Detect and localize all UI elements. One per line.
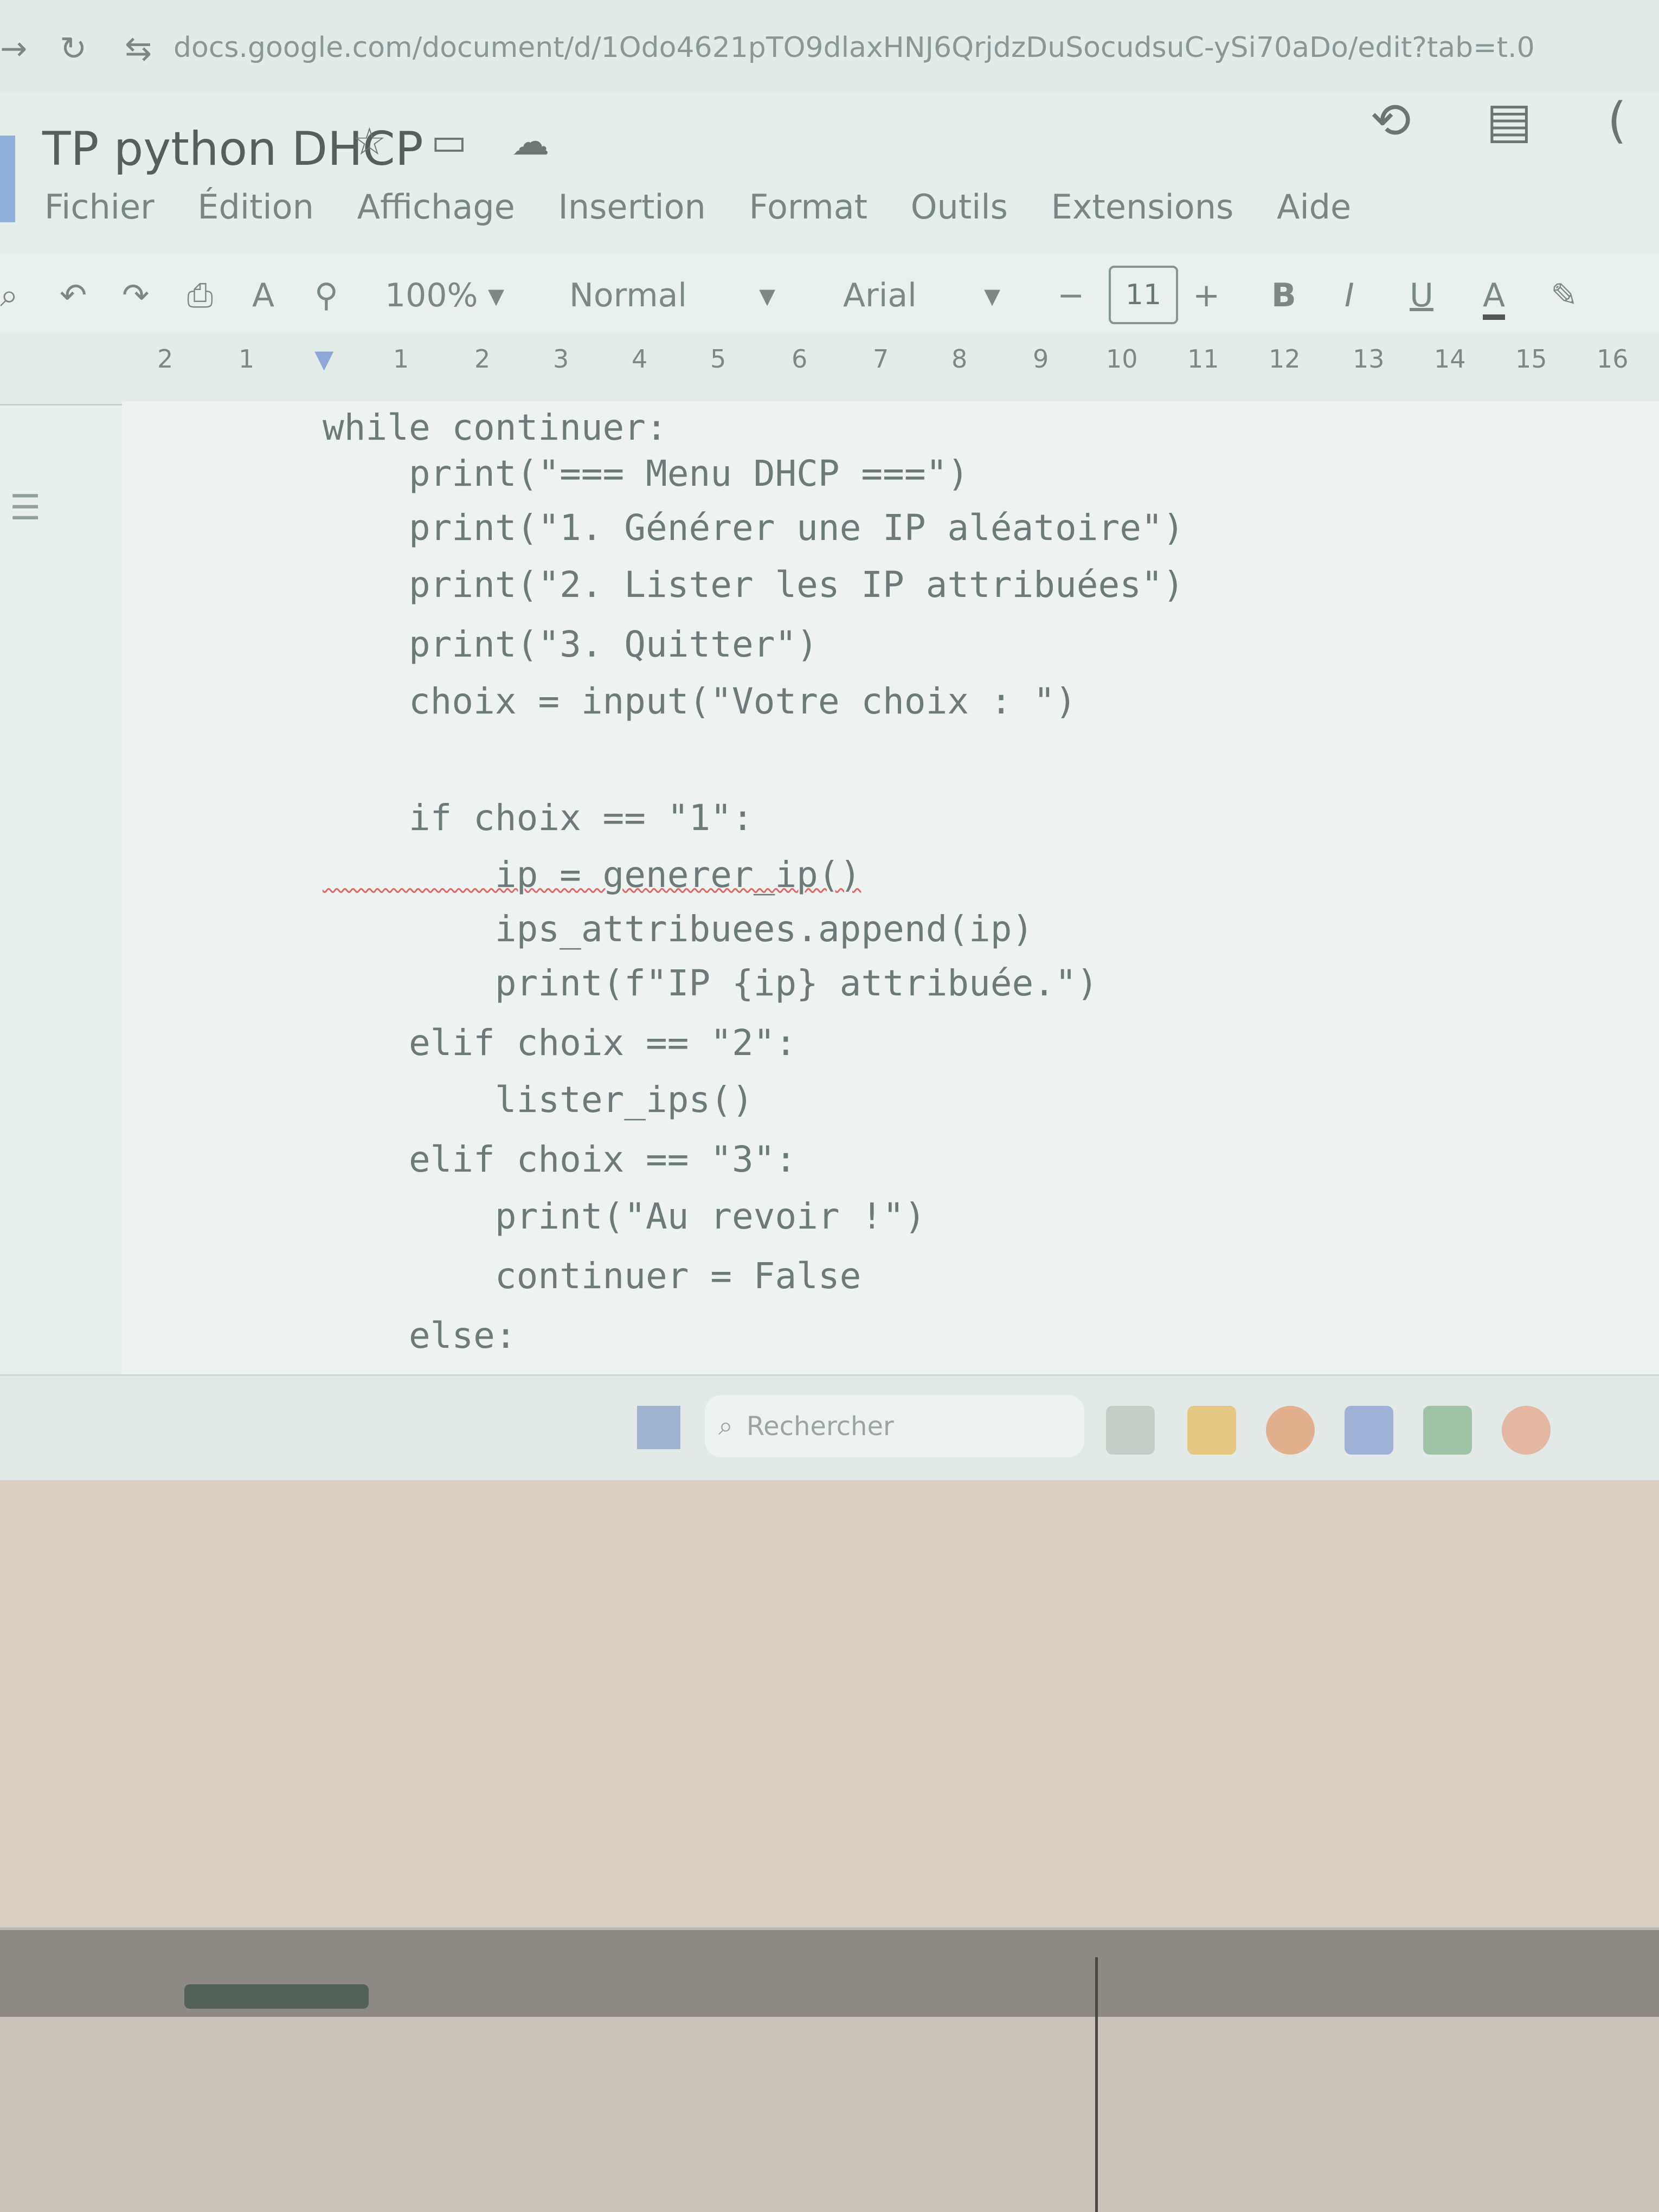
menu-edition[interactable]: Édition <box>197 187 314 227</box>
code-line: print("Au revoir !") <box>323 1195 926 1237</box>
excel-icon[interactable] <box>1423 1406 1472 1455</box>
indent-marker-icon[interactable]: ▼ <box>314 344 333 374</box>
ruler-tick: 8 <box>951 344 968 374</box>
ruler-tick: 2 <box>474 344 491 374</box>
menu-outils[interactable]: Outils <box>911 187 1008 227</box>
ruler-tick: 12 <box>1269 344 1301 374</box>
text-color-button[interactable]: A <box>1483 276 1506 320</box>
print-icon[interactable]: ⎙ <box>187 276 213 314</box>
word-icon[interactable] <box>1345 1406 1393 1455</box>
code-line: choix = input("Votre choix : ") <box>323 680 1077 722</box>
url-text[interactable]: docs.google.com/document/d/1Odo4621pTO9d… <box>173 31 1535 64</box>
code-line: else: <box>323 1315 517 1356</box>
file-explorer-icon[interactable] <box>1187 1406 1236 1455</box>
menu-extensions[interactable]: Extensions <box>1051 187 1234 227</box>
taskbar-search-input[interactable]: ⌕ Rechercher <box>705 1395 1084 1457</box>
windows-start-icon[interactable] <box>637 1406 680 1449</box>
outline-icon[interactable]: ☰ <box>10 488 41 528</box>
code-line: if choix == "1": <box>323 797 754 839</box>
font-size-input[interactable]: 11 <box>1109 266 1178 324</box>
code-line: while continuer: <box>323 407 667 448</box>
docs-header: TP python DHCP ☆ ▭ ☁ ⟲ ▤ ( Fichier Éditi… <box>0 92 1659 255</box>
move-to-folder-icon[interactable]: ▭ <box>431 119 467 164</box>
ruler-tick: 4 <box>632 344 648 374</box>
code-line: print("3. Quitter") <box>323 623 818 665</box>
highlight-icon[interactable]: ✎ <box>1551 276 1578 314</box>
ruler-tick: 1 <box>239 344 255 374</box>
ruler-tick: 11 <box>1187 344 1219 374</box>
history-icon[interactable]: ⟲ <box>1370 92 1411 149</box>
docs-logo-icon[interactable] <box>0 136 15 222</box>
ruler-tick: 9 <box>1033 344 1049 374</box>
code-line: ip = generer_ip() <box>323 854 861 896</box>
menu-affichage[interactable]: Affichage <box>357 187 515 227</box>
code-line: print("=== Menu DHCP ===") <box>323 453 969 494</box>
italic-button[interactable]: I <box>1345 276 1354 314</box>
site-settings-icon[interactable]: ⇆ <box>125 30 152 68</box>
comments-icon[interactable]: ▤ <box>1486 92 1532 149</box>
code-line: ips_attribuees.append(ip) <box>323 908 1034 950</box>
horizontal-ruler[interactable]: 2 1 ▼ 1 2 3 4 5 6 7 8 9 10 11 12 13 14 1… <box>0 333 1659 406</box>
zoom-select[interactable]: 100% <box>385 276 478 314</box>
reload-icon[interactable]: ↻ <box>60 30 87 68</box>
search-icon: ⌕ <box>718 1411 733 1441</box>
menu-format[interactable]: Format <box>749 187 867 227</box>
menu-insertion[interactable]: Insertion <box>558 187 706 227</box>
laptop-screen: → ↻ ⇆ docs.google.com/document/d/1Odo462… <box>0 0 1659 1480</box>
search-placeholder: Rechercher <box>746 1411 894 1442</box>
chrome-icon[interactable] <box>1502 1406 1551 1455</box>
ruler-tick: 6 <box>792 344 808 374</box>
chevron-down-icon[interactable]: ▾ <box>759 276 775 314</box>
formatting-toolbar: ⌕ ↶ ↷ ⎙ A ⚲ 100% ▾ Normal ▾ Arial ▾ − 11… <box>0 255 1659 336</box>
browser-address-bar: → ↻ ⇆ docs.google.com/document/d/1Odo462… <box>0 0 1659 92</box>
bold-button[interactable]: B <box>1271 276 1296 314</box>
code-line: lister_ips() <box>323 1079 754 1121</box>
firefox-icon[interactable] <box>1266 1406 1315 1455</box>
search-icon[interactable]: ⌕ <box>0 276 18 314</box>
code-line: elif choix == "3": <box>323 1139 797 1180</box>
partial-icon: ( <box>1607 92 1626 149</box>
code-line: elif choix == "2": <box>323 1022 797 1064</box>
code-line: continuer = False <box>323 1255 861 1297</box>
menu-bar: Fichier Édition Affichage Insertion Form… <box>44 187 1384 227</box>
ruler-tick: 15 <box>1515 344 1547 374</box>
ruler-tick: 10 <box>1106 344 1138 374</box>
menu-fichier[interactable]: Fichier <box>44 187 155 227</box>
menu-aide[interactable]: Aide <box>1277 187 1351 227</box>
windows-taskbar: ⌕ Rechercher <box>0 1374 1659 1480</box>
ruler-tick: 13 <box>1353 344 1385 374</box>
back-icon[interactable]: → <box>0 30 27 68</box>
document-page[interactable]: while continuer: print("=== Menu DHCP ==… <box>122 401 1659 1374</box>
decrease-font-size-button[interactable]: − <box>1057 276 1084 314</box>
style-select[interactable]: Normal <box>569 276 687 314</box>
increase-font-size-button[interactable]: + <box>1193 276 1220 314</box>
redo-icon[interactable]: ↷ <box>122 276 149 314</box>
code-line: print("2. Lister les IP attribuées") <box>323 564 1185 606</box>
board-base <box>0 2017 1659 2212</box>
code-line: print(f"IP {ip} attribuée.") <box>323 962 1098 1004</box>
font-select[interactable]: Arial <box>843 276 917 314</box>
star-icon[interactable]: ☆ <box>352 119 387 164</box>
ruler-tick: 16 <box>1597 344 1629 374</box>
ruler-tick: 5 <box>710 344 726 374</box>
undo-icon[interactable]: ↶ <box>60 276 87 314</box>
cable <box>1095 1957 1098 2212</box>
task-view-icon[interactable] <box>1106 1406 1155 1455</box>
ruler-tick: 14 <box>1434 344 1466 374</box>
chevron-down-icon[interactable]: ▾ <box>488 276 504 314</box>
cloud-status-icon[interactable]: ☁ <box>511 119 549 164</box>
paint-format-icon[interactable]: ⚲ <box>314 276 338 314</box>
ruler-tick: 7 <box>873 344 889 374</box>
ruler-tick: 2 <box>157 344 173 374</box>
ruler-tick: 1 <box>393 344 409 374</box>
whiteboard-marker <box>184 1984 369 2009</box>
underline-button[interactable]: U <box>1410 276 1433 314</box>
spellcheck-icon[interactable]: A <box>252 276 274 314</box>
ruler-tick: 3 <box>553 344 569 374</box>
chevron-down-icon[interactable]: ▾ <box>984 276 1000 314</box>
code-line: print("1. Générer une IP aléatoire") <box>323 507 1185 549</box>
